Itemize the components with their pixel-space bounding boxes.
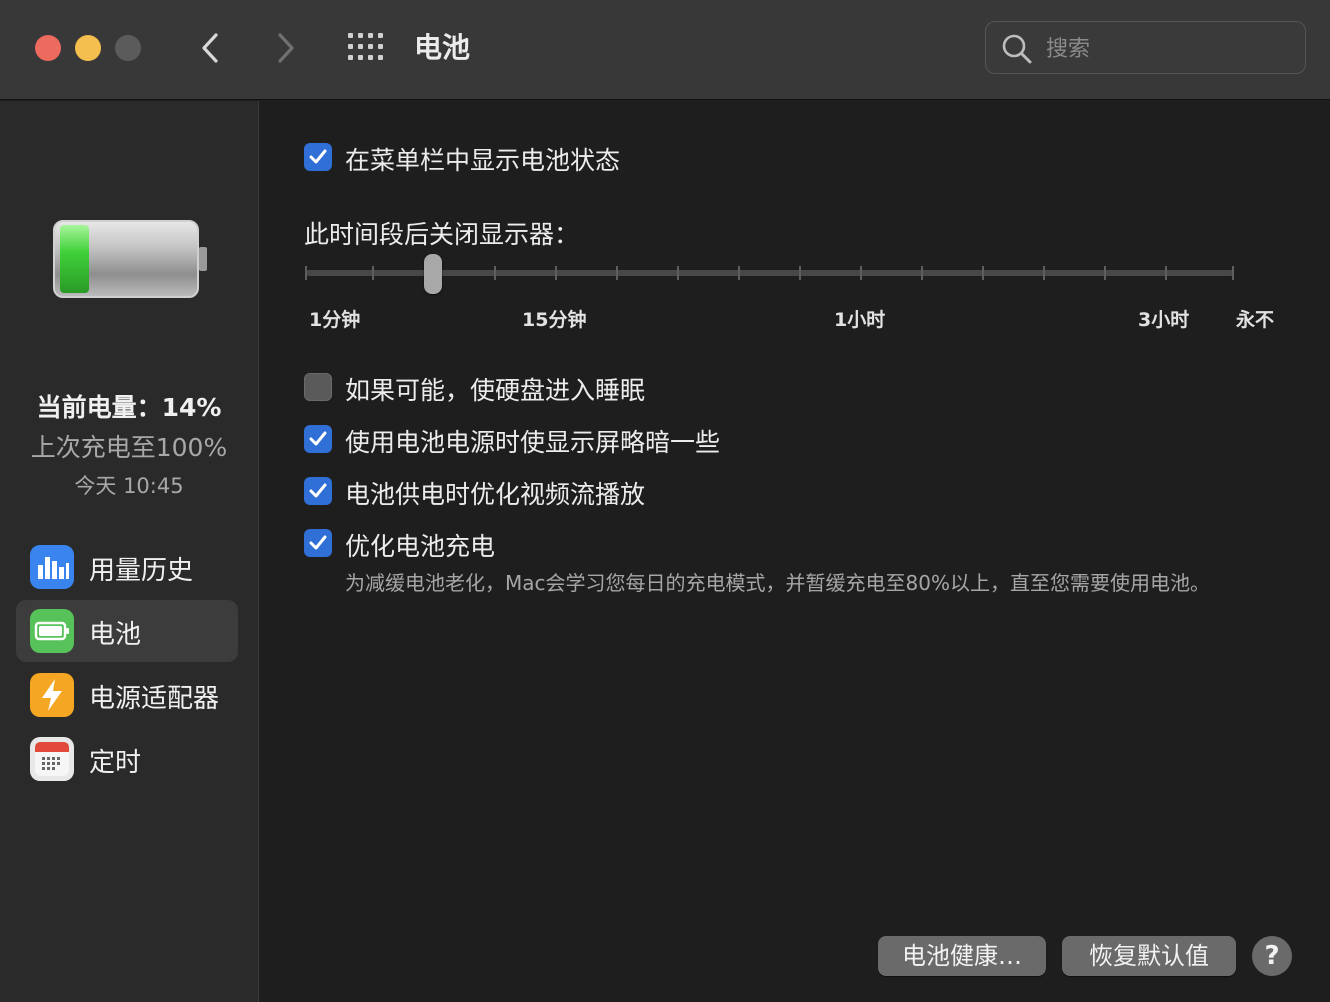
- sidebar-item-label: 用量历史: [89, 556, 194, 586]
- disk-sleep-label: 如果可能，使硬盘进入睡眠: [345, 376, 646, 405]
- help-button[interactable]: ?: [1252, 936, 1292, 976]
- slider-label-3hours: 3小时: [1138, 309, 1190, 331]
- calendar-icon: [30, 737, 74, 781]
- sidebar-item-label: 电池: [89, 620, 142, 650]
- sidebar-item-label: 电源适配器: [89, 684, 220, 714]
- slider-tick: [860, 266, 862, 280]
- sidebar-item-battery[interactable]: 电池: [16, 600, 238, 662]
- last-charge-text: 上次充电至100%: [30, 433, 228, 462]
- slider-tick: [738, 266, 740, 280]
- sidebar-item-schedule[interactable]: 定时: [16, 728, 238, 790]
- optimize-charging-label: 优化电池充电: [345, 532, 496, 561]
- restore-defaults-button[interactable]: 恢复默认值: [1062, 936, 1236, 976]
- battery-status-icon: [53, 220, 207, 298]
- slider-label-1hour: 1小时: [834, 309, 886, 331]
- title-bar: 电池: [0, 0, 1330, 100]
- battery-health-button[interactable]: 电池健康…: [878, 936, 1046, 976]
- slider-tick: [372, 266, 374, 280]
- window-title: 电池: [414, 31, 471, 64]
- battery-icon: [30, 609, 74, 653]
- zoom-window-button[interactable]: [115, 35, 141, 61]
- display-off-slider-track[interactable]: [306, 270, 1234, 276]
- battery-level-text: 当前电量：14%: [36, 393, 222, 422]
- disk-sleep-checkbox[interactable]: [304, 373, 332, 401]
- dim-display-checkbox[interactable]: [304, 425, 332, 453]
- optimize-charging-description: 为减缓电池老化，Mac会学习您每日的充电模式，并暂缓充电至80%以上，直至您需要…: [345, 571, 1210, 595]
- show-battery-status-label: 在菜单栏中显示电池状态: [345, 146, 621, 175]
- slider-tick: [1043, 266, 1045, 280]
- checkmark-icon: [309, 483, 327, 498]
- slider-tick: [921, 266, 923, 280]
- forward-button[interactable]: [270, 30, 300, 66]
- slider-tick: [616, 266, 618, 280]
- slider-tick: [305, 266, 307, 280]
- sidebar-item-usage-history[interactable]: 用量历史: [16, 536, 238, 598]
- checkmark-icon: [309, 431, 327, 446]
- show-all-button[interactable]: [347, 32, 385, 62]
- minimize-window-button[interactable]: [75, 35, 101, 61]
- search-field[interactable]: [985, 21, 1306, 74]
- chevron-left-icon: [202, 33, 218, 63]
- close-window-button[interactable]: [35, 35, 61, 61]
- last-charge-time: 今天 10:45: [74, 474, 184, 498]
- slider-tick: [799, 266, 801, 280]
- show-battery-status-checkbox[interactable]: [304, 143, 332, 171]
- sidebar-item-power-adapter[interactable]: 电源适配器: [16, 664, 238, 726]
- search-icon: [1002, 34, 1032, 64]
- lightning-icon: [30, 673, 74, 717]
- optimize-charging-checkbox[interactable]: [304, 529, 332, 557]
- bar-chart-icon: [30, 545, 74, 589]
- dim-display-label: 使用电池电源时使显示屏略暗一些: [345, 428, 721, 457]
- slider-label-15min: 15分钟: [522, 309, 587, 331]
- slider-label-never: 永不: [1236, 309, 1275, 331]
- checkmark-icon: [309, 535, 327, 550]
- sidebar-item-label: 定时: [89, 748, 142, 778]
- display-off-title: 此时间段后关闭显示器：: [304, 220, 580, 249]
- display-off-slider-knob[interactable]: [424, 254, 442, 294]
- back-button[interactable]: [196, 30, 226, 66]
- slider-tick: [555, 266, 557, 280]
- sidebar: 当前电量：14% 上次充电至100% 今天 10:45 用量历史 电池 电源适配…: [0, 101, 259, 1002]
- slider-tick: [1232, 266, 1234, 280]
- slider-tick: [1165, 266, 1167, 280]
- slider-label-1min: 1分钟: [309, 309, 361, 331]
- optimize-video-checkbox[interactable]: [304, 477, 332, 505]
- checkmark-icon: [309, 149, 327, 164]
- slider-tick: [982, 266, 984, 280]
- optimize-video-label: 电池供电时优化视频流播放: [345, 480, 646, 509]
- slider-tick: [1104, 266, 1106, 280]
- search-input[interactable]: [1044, 32, 1288, 66]
- grid-icon: [348, 33, 383, 60]
- slider-tick: [494, 266, 496, 280]
- chevron-right-icon: [278, 33, 294, 63]
- slider-tick: [677, 266, 679, 280]
